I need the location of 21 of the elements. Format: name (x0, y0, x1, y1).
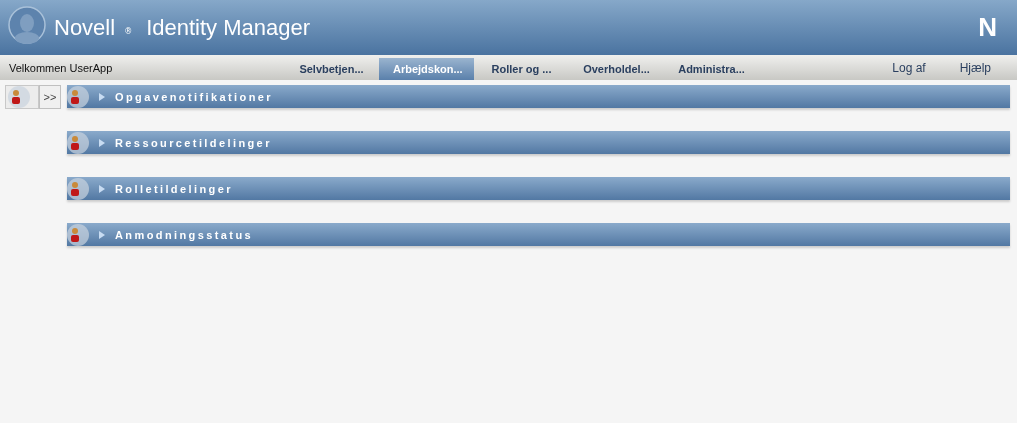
panel-title: Ressourcetildelinger (115, 136, 272, 149)
registered-mark: ® (124, 27, 133, 36)
user-icon (67, 85, 89, 108)
expand-button[interactable]: >> (39, 85, 61, 109)
panel-title: Rolletildelinger (115, 182, 233, 195)
nav-tab[interactable]: Selvbetjen... (284, 58, 379, 80)
user-icon (8, 86, 30, 108)
nav-tab[interactable]: Administra... (664, 58, 759, 80)
product-name: Identity Manager (146, 14, 310, 41)
user-icon (67, 177, 89, 200)
panel-title: Opgavenotifikationer (115, 90, 274, 103)
nav-link[interactable]: Hjælp (959, 60, 991, 75)
panel-title: Anmodningsstatus (115, 228, 253, 241)
nav-link[interactable]: Log af (892, 60, 926, 75)
brand-name: Novell (54, 14, 116, 41)
user-icon (67, 223, 89, 246)
logo: N (978, 12, 997, 43)
nav-tab[interactable]: Overholdel... (569, 58, 664, 80)
nav-tab[interactable]: Roller og ... (474, 58, 569, 80)
user-icon (67, 131, 89, 154)
welcome-text: Velkommen UserApp (8, 61, 114, 74)
